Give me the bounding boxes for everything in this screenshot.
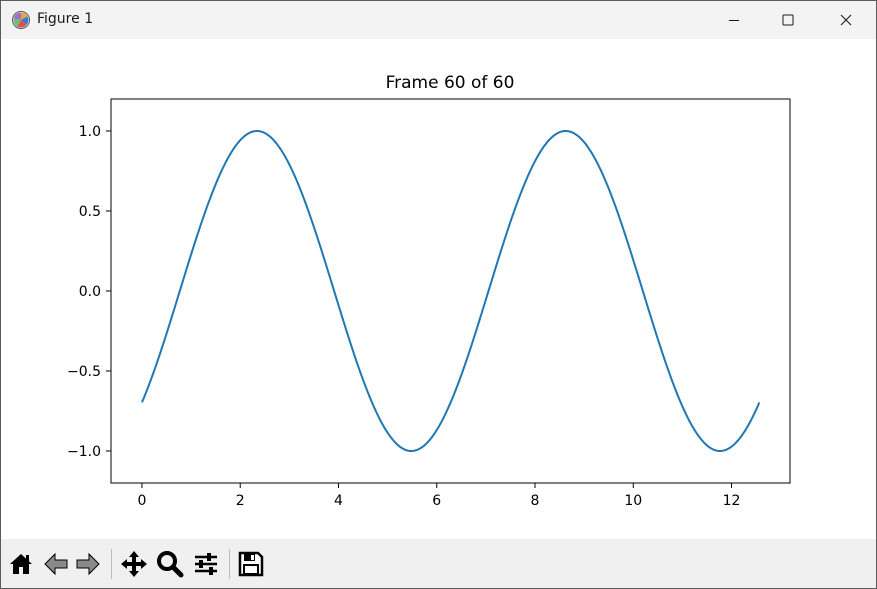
matplotlib-logo-icon bbox=[12, 11, 30, 29]
navigation-toolbar bbox=[1, 539, 876, 588]
configure-subplots-button[interactable] bbox=[191, 549, 221, 579]
y-axis: 1.0 0.5 0.0 −0.5 −1.0 bbox=[67, 124, 111, 460]
x-tick-label: 10 bbox=[624, 493, 642, 509]
minimize-button[interactable] bbox=[711, 1, 757, 39]
close-button[interactable] bbox=[823, 1, 869, 39]
line-chart: Frame 60 of 60 0 2 4 6 8 10 12 1.0 0.5 0.0 −0.5 −1… bbox=[67, 73, 791, 509]
back-icon bbox=[44, 552, 68, 576]
x-tick-label: 12 bbox=[723, 493, 741, 509]
chart-title: Frame 60 of 60 bbox=[386, 73, 515, 93]
x-tick-label: 2 bbox=[236, 493, 245, 509]
x-tick-label: 4 bbox=[334, 493, 343, 509]
x-tick-label: 6 bbox=[432, 493, 441, 509]
home-icon bbox=[10, 554, 32, 574]
y-tick-label: −1.0 bbox=[67, 444, 101, 460]
toolbar-separator bbox=[111, 549, 112, 579]
zoom-icon bbox=[157, 551, 184, 578]
zoom-button[interactable] bbox=[155, 549, 185, 579]
x-tick-label: 0 bbox=[137, 493, 146, 509]
close-icon bbox=[840, 14, 852, 26]
window-title: Figure 1 bbox=[37, 11, 94, 27]
back-button[interactable] bbox=[41, 549, 71, 579]
figure-window: Figure 1 Frame 60 of 60 0 2 4 6 8 10 12 1.0 0.5… bbox=[0, 0, 877, 589]
home-button[interactable] bbox=[6, 549, 36, 579]
title-bar[interactable]: Figure 1 bbox=[1, 1, 876, 39]
forward-icon bbox=[76, 552, 100, 576]
y-tick-label: −0.5 bbox=[67, 364, 101, 380]
forward-button[interactable] bbox=[73, 549, 103, 579]
save-icon bbox=[238, 551, 264, 577]
pan-button[interactable] bbox=[119, 549, 149, 579]
figure-canvas[interactable]: Frame 60 of 60 0 2 4 6 8 10 12 1.0 0.5 0.0 −0.5 −1… bbox=[1, 39, 876, 539]
x-tick-label: 8 bbox=[531, 493, 540, 509]
y-tick-label: 0.0 bbox=[79, 284, 101, 300]
pan-icon bbox=[121, 551, 147, 577]
minimize-icon bbox=[729, 20, 739, 21]
configure-subplots-icon bbox=[195, 553, 217, 575]
plot-area bbox=[110, 98, 791, 484]
maximize-button[interactable] bbox=[765, 1, 811, 39]
x-axis: 0 2 4 6 8 10 12 bbox=[137, 483, 740, 509]
y-tick-label: 0.5 bbox=[79, 204, 101, 220]
toolbar-separator bbox=[229, 549, 230, 579]
y-tick-label: 1.0 bbox=[79, 124, 101, 140]
maximize-icon bbox=[782, 14, 794, 26]
save-button[interactable] bbox=[236, 549, 266, 579]
